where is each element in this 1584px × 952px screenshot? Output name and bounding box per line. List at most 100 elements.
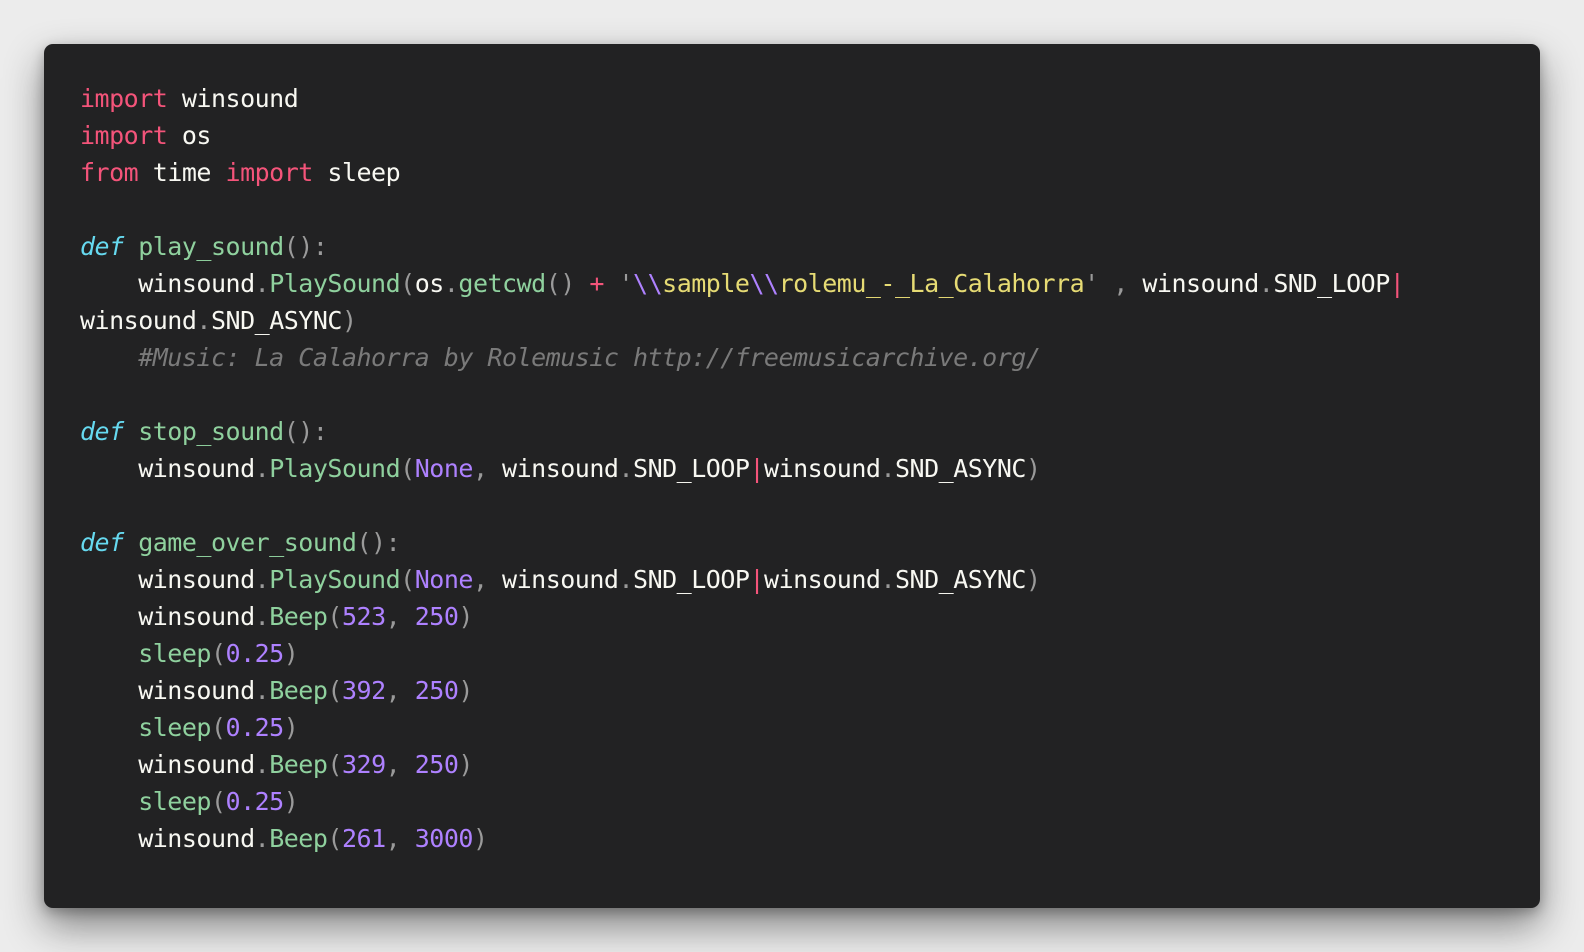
code-line: winsound.Beep(523, 250) xyxy=(80,598,1404,635)
code-token: , xyxy=(1098,269,1143,298)
code-token: import xyxy=(80,121,168,150)
code-token: 523 xyxy=(341,602,386,631)
code-token: winsound xyxy=(502,565,619,594)
code-token: 0.25 xyxy=(225,787,285,816)
code-token: Beep xyxy=(269,676,328,705)
code-token: ) xyxy=(458,750,473,779)
code-token: SND_ASYNC xyxy=(895,454,1026,483)
code-token: winsound xyxy=(764,454,881,483)
code-token: ) xyxy=(283,713,299,742)
code-line: import winsound xyxy=(80,80,1404,117)
code-token: . xyxy=(880,454,895,483)
code-token: from xyxy=(80,158,139,187)
code-token: . xyxy=(254,602,270,631)
code-token: . xyxy=(254,565,270,594)
code-window: import winsound import os from time import… xyxy=(44,44,1540,908)
code-token: . xyxy=(880,565,895,594)
code-line: winsound.Beep(392, 250) xyxy=(80,672,1404,709)
code-token: ( xyxy=(210,639,226,668)
code-token: ( xyxy=(210,713,226,742)
code-token: ) xyxy=(1025,565,1041,594)
code-token: winsound xyxy=(80,676,255,705)
code-token: ( xyxy=(400,454,415,483)
code-token: winsound xyxy=(80,306,197,335)
code-token: rolemu_-_La_Calahorra xyxy=(778,269,1085,298)
code-token: None xyxy=(414,454,474,483)
code-line: #Music: La Calahorra by Rolemusic http:/… xyxy=(80,339,1404,376)
code-token: | xyxy=(749,454,765,483)
code-token: . xyxy=(254,269,270,298)
code-token: None xyxy=(414,565,474,594)
code-token: 261 xyxy=(341,824,386,853)
code-token: time xyxy=(138,158,226,187)
code-token: 0.25 xyxy=(225,713,285,742)
code-line: winsound.PlaySound(None, winsound.SND_LO… xyxy=(80,450,1404,487)
code-token: 0.25 xyxy=(225,639,285,668)
code-token: 250 xyxy=(414,676,459,705)
code-token: , xyxy=(472,454,503,483)
code-token: os xyxy=(167,121,212,150)
code-token: (): xyxy=(356,528,401,557)
code-token: PlaySound xyxy=(269,454,401,483)
code-token: , xyxy=(385,750,415,779)
code-token: . xyxy=(254,454,270,483)
code-token: sleep xyxy=(80,787,211,816)
code-token: sleep xyxy=(80,639,211,668)
code-token: Beep xyxy=(269,824,328,853)
code-token: ) xyxy=(283,787,299,816)
code-token: winsound xyxy=(80,602,255,631)
code-line: from time import sleep xyxy=(80,154,1404,191)
code-token: winsound xyxy=(80,750,255,779)
code-token: play_sound xyxy=(123,232,284,261)
code-token: \\ xyxy=(633,269,663,298)
code-token: sleep xyxy=(80,713,211,742)
code-token: Beep xyxy=(269,602,328,631)
code-token: ( xyxy=(400,269,415,298)
code-line: winsound.SND_ASYNC) xyxy=(80,302,1404,339)
code-token: \\ xyxy=(749,269,779,298)
code-token: , xyxy=(472,565,503,594)
code-token: sample xyxy=(662,269,750,298)
code-token: game_over_sound xyxy=(123,528,357,557)
code-token: + xyxy=(589,269,604,298)
code-token: ) xyxy=(1025,454,1041,483)
code-token: def xyxy=(80,528,124,557)
code-token: ( xyxy=(327,750,342,779)
code-token: winsound xyxy=(1142,269,1259,298)
code-token: 250 xyxy=(414,602,459,631)
code-token: winsound xyxy=(80,269,255,298)
code-token: winsound xyxy=(764,565,881,594)
code-line: winsound.PlaySound(None, winsound.SND_LO… xyxy=(80,561,1404,598)
code-token: import xyxy=(80,84,168,113)
code-token: def xyxy=(80,232,124,261)
code-token: 3000 xyxy=(414,824,474,853)
code-token: ) xyxy=(341,306,357,335)
code-token: winsound xyxy=(80,454,255,483)
code-token: SND_ASYNC xyxy=(895,565,1026,594)
code-token: ) xyxy=(458,676,473,705)
code-token: . xyxy=(254,676,270,705)
code-token: , xyxy=(385,676,415,705)
code-token: (): xyxy=(283,417,328,446)
code-token: . xyxy=(443,269,459,298)
code-token: | xyxy=(749,565,765,594)
code-line: import os xyxy=(80,117,1404,154)
code-token: ) xyxy=(283,639,299,668)
code-token: ' xyxy=(1084,269,1099,298)
code-token: winsound xyxy=(80,565,255,594)
code-token: PlaySound xyxy=(269,269,401,298)
code-token: , xyxy=(385,602,415,631)
code-token: #Music: La Calahorra by Rolemusic http:/… xyxy=(80,343,1041,372)
code-token: ( xyxy=(327,676,342,705)
code-line: sleep(0.25) xyxy=(80,709,1404,746)
code-token: winsound xyxy=(502,454,619,483)
code-token: os xyxy=(414,269,445,298)
code-token: 392 xyxy=(341,676,386,705)
code-token: (): xyxy=(283,232,328,261)
code-line: def game_over_sound(): xyxy=(80,524,1404,561)
code-token: . xyxy=(254,824,270,853)
code-token: getcwd xyxy=(458,269,546,298)
